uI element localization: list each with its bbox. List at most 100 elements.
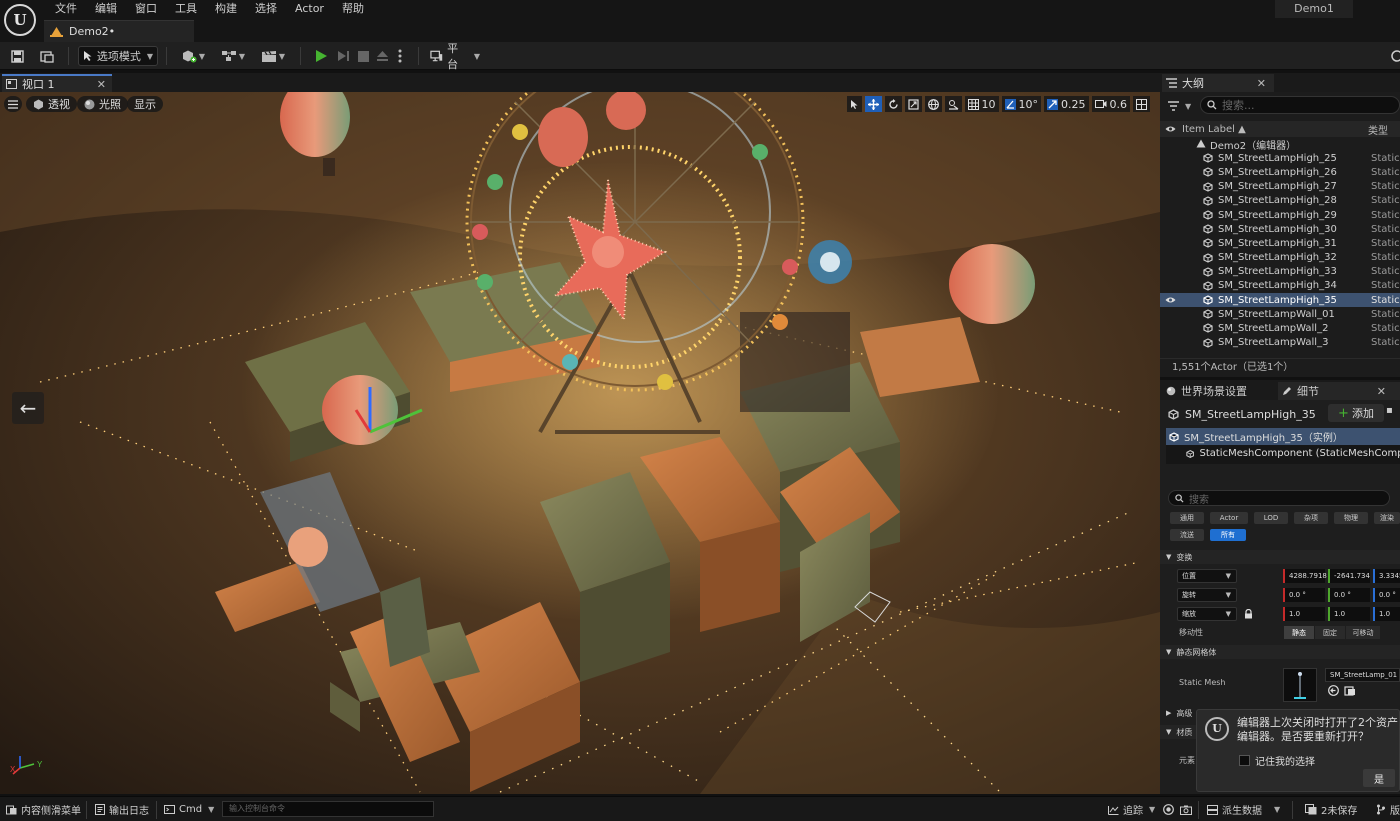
mobility-movable-button[interactable]: 可移动 [1346,626,1380,639]
eject-button[interactable] [373,46,391,66]
outliner-row[interactable]: SM_StreetLampHigh_29 StaticM [1160,208,1400,222]
screenshot-button[interactable] [1180,801,1192,818]
menu-edit[interactable]: 编辑 [86,2,126,18]
outliner-row[interactable]: SM_StreetLampHigh_28 StaticM [1160,194,1400,208]
scale-z-field[interactable]: 1.0 [1373,607,1400,621]
location-y-field[interactable]: -2641.734 [1328,569,1370,583]
menu-help[interactable]: 帮助 [333,2,373,18]
cinematics-button[interactable]: ▼ [258,46,288,66]
static-mesh-picker[interactable]: SM_StreetLamp_01 [1325,668,1400,682]
scale-snap-button[interactable]: 0.25 [1044,96,1089,112]
outliner-row[interactable]: SM_StreetLampWall_3 StaticM [1160,336,1400,350]
level-viewport[interactable]: 透视 光照 显示 10 10° 0.25 0.6 ← X Y [0,92,1160,794]
unreal-logo[interactable]: U [4,4,36,36]
lighting-mode-button[interactable]: 光照 [77,96,128,112]
checkbox-box[interactable] [1239,755,1250,766]
derived-data-dropdown[interactable]: 派生数据 ▼ [1207,801,1280,818]
location-z-field[interactable]: 3.3345 [1373,569,1400,583]
outliner-row[interactable]: SM_StreetLampHigh_25 StaticM [1160,151,1400,165]
output-log-button[interactable]: 输出日志 [95,801,149,818]
cmd-dropdown[interactable]: Cmd ▼ [164,801,214,818]
use-selected-icon[interactable] [1328,685,1339,696]
location-type-dropdown[interactable]: 位置 ▼ [1177,569,1237,583]
stop-button[interactable] [354,46,372,66]
save-button[interactable] [8,46,26,66]
rotate-tool-button[interactable] [884,96,902,112]
outliner-row[interactable]: SM_StreetLampHigh_34 StaticM [1160,279,1400,293]
item-label-column[interactable]: Item Label ▲ [1182,124,1246,135]
menu-window[interactable]: 窗口 [126,2,166,18]
camera-speed-button[interactable]: 0.6 [1091,96,1130,112]
rotation-y-field[interactable]: 0.0 ° [1328,588,1370,602]
arrow-left-icon[interactable]: ← [12,392,44,424]
menu-tools[interactable]: 工具 [166,2,206,18]
eye-icon[interactable] [1165,296,1176,304]
menu-actor[interactable]: Actor [286,2,333,18]
details-search-input[interactable]: 搜索 [1168,490,1390,506]
location-x-field[interactable]: 4288.7918 [1283,569,1327,583]
rotation-x-field[interactable]: 0.0 ° [1283,588,1325,602]
viewport-options-button[interactable] [4,96,22,112]
play-button[interactable] [312,46,330,66]
level-tab[interactable]: Demo2• [44,20,194,42]
remember-choice-checkbox[interactable]: 记住我的选择 [1239,753,1315,768]
static-mesh-section-header[interactable]: ▼ 静态网格体 [1160,645,1400,659]
lock-icon[interactable] [1244,609,1253,619]
source-control-button[interactable]: 版 [1376,801,1400,818]
content-browser-button[interactable] [38,46,56,66]
selected-balloon[interactable] [322,375,398,445]
add-component-button[interactable]: + 添加 [1328,404,1384,422]
surface-snap-button[interactable] [944,96,962,112]
select-tool-button[interactable] [846,96,862,112]
type-column[interactable]: 类型 [1368,122,1388,137]
selection-mode-dropdown[interactable]: 选项模式 ▼ [78,46,158,66]
outliner-row[interactable]: SM_StreetLampHigh_27 StaticM [1160,180,1400,194]
grid-snap-button[interactable]: 10 [964,96,999,112]
blueprints-button[interactable]: ▼ [218,46,248,66]
close-icon[interactable]: ✕ [1257,77,1266,90]
outliner-row[interactable]: SM_StreetLampWall_2 StaticM [1160,321,1400,335]
console-command-input[interactable]: 输入控制台命令 [222,801,434,817]
filter-chip-general[interactable]: 通用 [1170,512,1204,524]
menu-select[interactable]: 选择 [246,2,286,18]
outliner-search-input[interactable]: 搜索... [1200,96,1400,114]
coordinate-space-button[interactable] [924,96,942,112]
details-tab[interactable]: 细节 ✕ [1278,382,1400,400]
scene-render[interactable] [0,92,1160,794]
static-mesh-thumbnail[interactable] [1283,668,1317,702]
outliner-row[interactable]: SM_StreetLampWall_01 StaticM [1160,307,1400,321]
outliner-row[interactable]: SM_StreetLampHigh_33 StaticM [1160,265,1400,279]
advance-frame-button[interactable] [334,46,352,66]
outliner-row[interactable]: SM_StreetLampHigh_30 StaticM [1160,222,1400,236]
translate-tool-button[interactable] [864,96,882,112]
filter-chip-lod[interactable]: LOD [1254,512,1288,524]
play-options-button[interactable] [394,46,406,66]
filter-chip-actor[interactable]: Actor [1210,512,1248,524]
platforms-dropdown[interactable]: 平台 ▼ [430,42,480,71]
outliner-row-selected[interactable]: SM_StreetLampHigh_35 StaticM [1160,293,1400,308]
show-flags-button[interactable]: 显示 [127,96,163,112]
scale-type-dropdown[interactable]: 缩放 ▼ [1177,607,1237,621]
scale-tool-button[interactable] [904,96,922,112]
rotation-z-field[interactable]: 0.0 ° [1373,588,1400,602]
add-content-button[interactable]: ▼ [178,46,208,66]
menu-file[interactable]: 文件 [46,2,86,18]
filter-chip-misc[interactable]: 杂项 [1294,512,1328,524]
viewport-layout-button[interactable] [1133,96,1150,112]
settings-button[interactable] [1390,46,1400,66]
menu-build[interactable]: 构建 [206,2,246,18]
hot-air-balloon[interactable] [949,244,1035,324]
component-child-row[interactable]: StaticMeshComponent (StaticMeshComponent… [1166,445,1400,462]
close-icon[interactable]: ✕ [97,78,106,91]
filter-chip-rendering[interactable]: 渲染 [1374,512,1400,524]
yes-button[interactable]: 是 [1363,769,1395,787]
project-name[interactable]: Demo1 [1275,0,1353,18]
mobility-static-button[interactable]: 静态 [1284,626,1314,639]
outliner-row[interactable]: SM_StreetLampHigh_31 StaticM [1160,236,1400,250]
view-mode-button[interactable]: 透视 [26,96,77,112]
viewport-tab[interactable]: 视口 1 ✕ [2,74,112,92]
transform-section-header[interactable]: ▼ 变换 [1160,550,1400,564]
filter-chip-all[interactable]: 所有 [1210,529,1246,541]
trace-dropdown[interactable]: 追踪 ▼ [1108,801,1155,818]
carousel-area[interactable] [740,312,850,412]
